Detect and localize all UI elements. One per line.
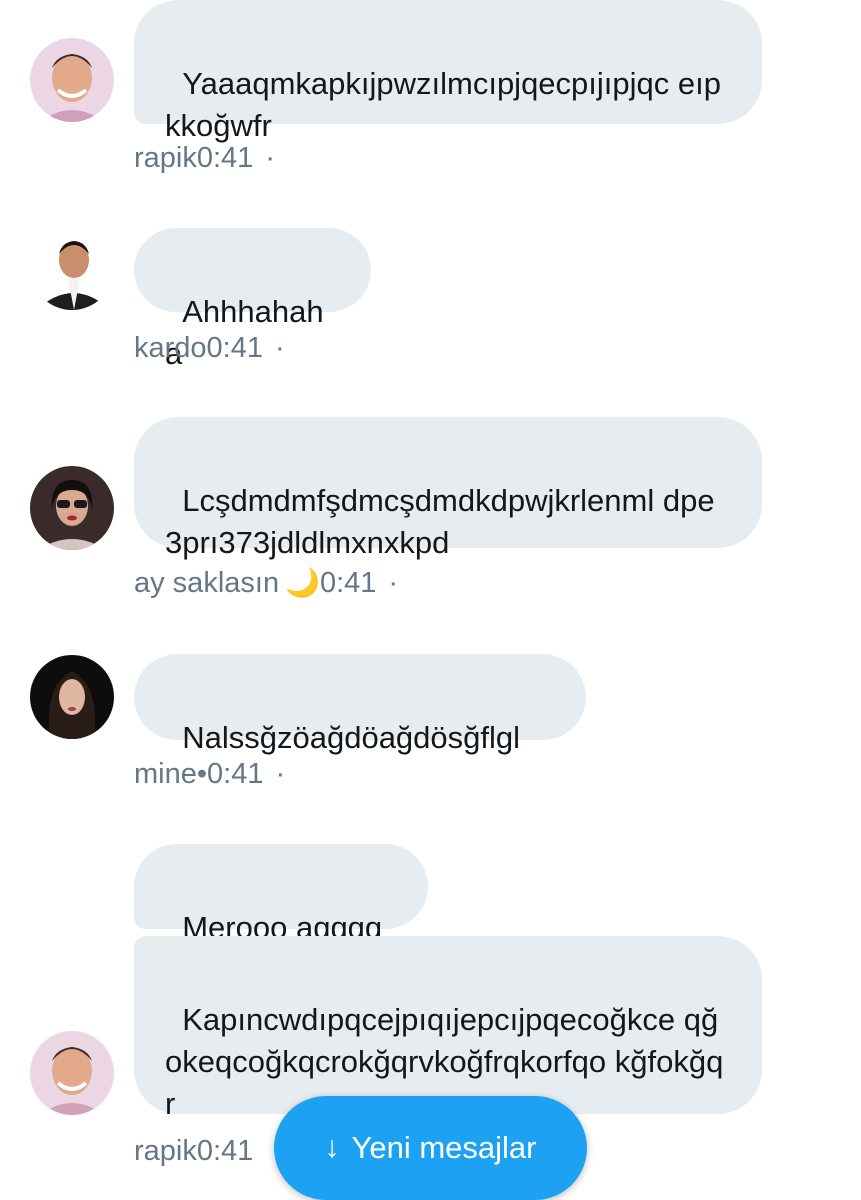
message-bubble[interactable]: Merooo aqqqq <box>134 844 428 945</box>
message-meta: mine•0:41 · <box>134 757 285 791</box>
avatar-rapik[interactable] <box>30 1031 114 1115</box>
message-sender-name: ay saklasın <box>134 567 280 599</box>
message-sender-time: mine•0:41 <box>134 758 264 790</box>
message-bubble[interactable]: Yaaaqmkapkıjpwzılmcıpjqecpıjıpjqc eıpkko… <box>134 0 762 143</box>
avatar-image <box>30 655 114 739</box>
message-meta: kardo0:41 · <box>134 331 285 365</box>
message-sender-time: rapik0:41 <box>134 142 254 174</box>
avatar-kardo[interactable] <box>30 226 114 310</box>
message-bubble[interactable]: Lcşdmdmfşdmcşdmdkdpwjkrlenml dpe3prı373j… <box>134 417 762 560</box>
message-meta: rapik0:41 · <box>134 141 275 175</box>
crescent-moon-icon: 🌙 <box>285 567 320 598</box>
meta-separator: · <box>275 332 285 364</box>
message-bubble[interactable]: Kapıncwdıpqcejpıqıjepcıjpqecoğkce qğokeq… <box>134 936 762 1121</box>
message-sender-time: kardo0:41 <box>134 332 263 364</box>
message-meta: rapik0:41 <box>134 1134 253 1168</box>
message-text: Yaaaqmkapkıjpwzılmcıpjqecpıjıpjqc eıpkko… <box>165 66 721 143</box>
new-messages-button[interactable]: ↓ Yeni mesajlar <box>274 1096 587 1200</box>
message-sender-time: rapik0:41 <box>134 1135 254 1167</box>
message-bubble[interactable]: Ahhhahaha <box>134 228 371 371</box>
message-bubble[interactable]: Nalssğzöağdöağdösğflgl <box>134 654 586 755</box>
arrow-down-icon: ↓ <box>324 1131 340 1164</box>
message-text: Lcşdmdmfşdmcşdmdkdpwjkrlenml dpe3prı373j… <box>165 483 715 560</box>
message-text: Nalssğzöağdöağdösğflgl <box>182 720 521 755</box>
avatar-image <box>30 226 114 310</box>
avatar-image <box>30 38 114 122</box>
message-meta: ay saklasın 🌙0:41 · <box>134 566 398 600</box>
new-messages-label: Yeni mesajlar <box>351 1130 537 1165</box>
avatar-mine[interactable] <box>30 655 114 739</box>
meta-separator: · <box>265 142 275 174</box>
avatar-image <box>30 466 114 550</box>
meta-separator: · <box>275 758 286 790</box>
avatar-rapik[interactable] <box>30 38 114 122</box>
avatar-image <box>30 1031 114 1115</box>
message-time: 0:41 <box>319 567 377 599</box>
meta-separator: · <box>388 567 399 599</box>
avatar-ay-saklasin[interactable] <box>30 466 114 550</box>
